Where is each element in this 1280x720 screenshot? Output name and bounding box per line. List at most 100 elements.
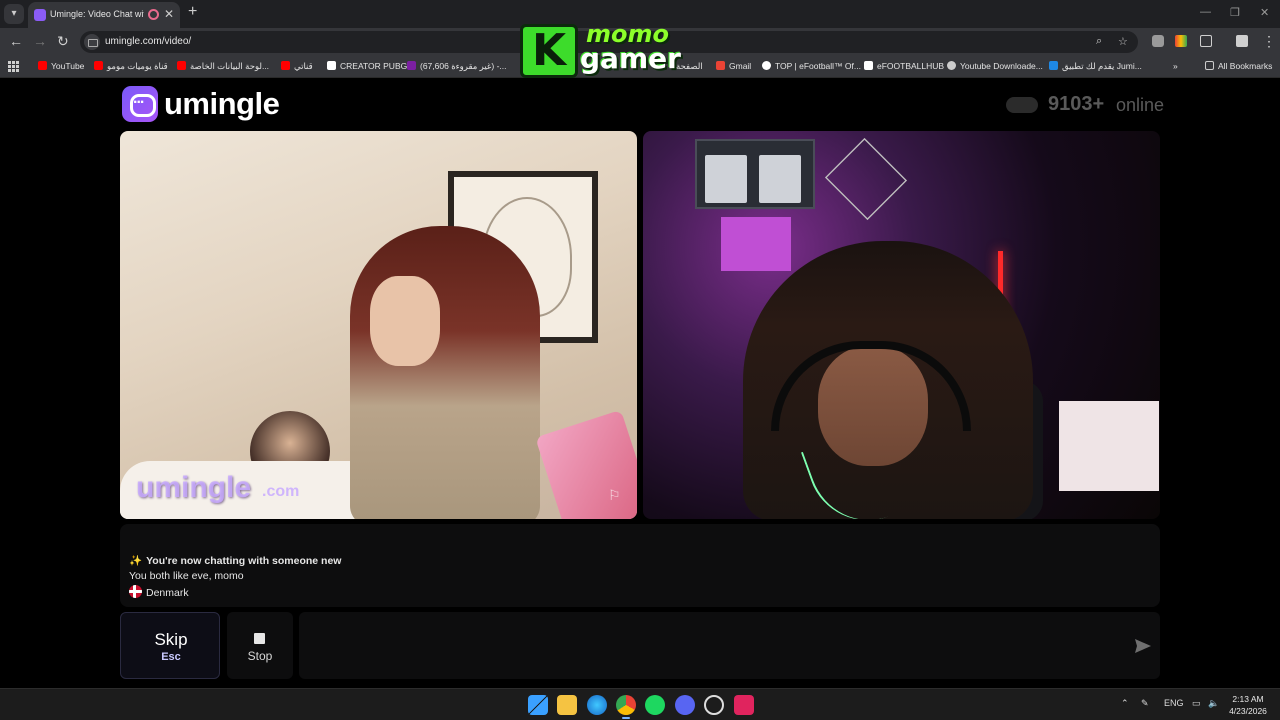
bookmark-label: (67,606 غير مقروءة) -... [420, 61, 507, 71]
folder-icon [1205, 61, 1214, 70]
reload-icon[interactable]: ↻ [57, 33, 69, 50]
send-icon[interactable] [1133, 636, 1153, 656]
bookmark-label: TOP | eFootball™ Of... [775, 61, 861, 71]
stranger-country: Denmark [129, 585, 189, 599]
bookmark-item[interactable]: قناتي [281, 61, 313, 72]
stranger-video: umingle .com ⚐ [120, 131, 637, 519]
stop-label: Stop [247, 649, 273, 663]
wall-light-decor [824, 137, 908, 221]
bookmarks-overflow-icon[interactable]: » [1173, 61, 1178, 71]
stop-button[interactable]: Stop [227, 612, 293, 679]
bookmark-label: قناتي [294, 61, 313, 71]
youtube-icon [94, 61, 103, 70]
youtube-icon [38, 61, 47, 70]
browser-tab[interactable]: Umingle: Video Chat with S ✕ [28, 2, 180, 28]
chrome-active-indicator [622, 717, 630, 719]
zoom-icon[interactable]: ⌕ [1096, 35, 1102, 48]
bookmark-item[interactable]: قناة يوميات مومو [94, 61, 168, 72]
tab-title: Umingle: Video Chat with S [50, 9, 144, 19]
yahoo-mail-icon [407, 61, 416, 70]
extensions-puzzle-icon[interactable] [1200, 35, 1212, 47]
message-input[interactable] [299, 612, 1160, 679]
url-text[interactable]: umingle.com/video/ [105, 36, 191, 47]
bookmark-item[interactable]: YouTube [38, 61, 84, 71]
all-bookmarks-folder[interactable]: All Bookmarks [1205, 61, 1272, 71]
bookmark-label: لوحة البيانات الخاصة... [190, 61, 270, 71]
stop-icon [254, 633, 265, 644]
windows-start-icon[interactable] [528, 695, 548, 715]
bookmark-label: يقدم لك تطبيق Jumi... [1062, 61, 1142, 71]
common-interests: You both like eve, momo [129, 570, 244, 582]
audio-playing-icon[interactable] [148, 9, 159, 20]
volume-icon[interactable]: 🔈 [1208, 698, 1219, 709]
logo-gamer-text: gamer [580, 42, 681, 75]
chat-log: ✨ You're now chatting with someone new Yo… [120, 524, 1160, 607]
system-message: ✨ You're now chatting with someone new [129, 554, 341, 567]
bookmark-label: Gmail [729, 61, 752, 71]
app-red-icon[interactable] [734, 695, 754, 715]
network-icon[interactable]: ▭ [1192, 698, 1201, 709]
discord-icon[interactable] [675, 695, 695, 715]
forward-icon[interactable]: → [33, 33, 47, 49]
bookmark-item[interactable]: Youtube Downloade... [947, 61, 1043, 71]
tab-search-button[interactable]: ▾ [4, 4, 24, 24]
chat-bubble-icon [122, 86, 158, 122]
gmail-icon [716, 61, 725, 70]
country-name: Denmark [146, 587, 189, 599]
bookmark-item[interactable]: يقدم لك تطبيق Jumi... [1049, 61, 1142, 72]
tab-close-icon[interactable]: ✕ [164, 7, 174, 21]
close-window-button[interactable]: ✕ [1260, 6, 1269, 19]
stranger-face [370, 276, 440, 366]
maximize-button[interactable]: ❐ [1230, 6, 1240, 19]
all-bookmarks-label: All Bookmarks [1218, 61, 1273, 71]
efootball-icon [762, 61, 771, 70]
efootballhub-icon [864, 61, 873, 70]
clock-time: 2:13 AM [1232, 694, 1264, 704]
umingle-watermark-suffix: .com [262, 483, 300, 500]
camera-extension-icon[interactable] [1152, 35, 1164, 47]
site-info-icon[interactable] [84, 34, 100, 50]
online-toggle[interactable] [1006, 97, 1038, 113]
bookmark-label: CREATOR PUBG [340, 61, 408, 71]
bookmark-item[interactable]: eFOOTBALLHUB [864, 61, 944, 71]
bookmark-item[interactable]: (67,606 غير مقروءة) -... [407, 61, 506, 72]
system-message-text: You're now chatting with someone new [146, 555, 342, 567]
online-label: online [1116, 95, 1165, 115]
youtube-icon [177, 61, 186, 70]
show-hidden-icons-icon[interactable]: ⌃ [1121, 698, 1129, 709]
minimize-button[interactable]: — [1200, 6, 1211, 18]
bookmark-label: YouTube [51, 61, 85, 71]
bookmark-item[interactable]: TOP | eFootball™ Of... [762, 61, 861, 71]
spotify-icon[interactable] [645, 695, 665, 715]
extension-icon[interactable] [1175, 35, 1187, 47]
bookmark-item[interactable]: CREATOR PUBG [327, 61, 407, 71]
chrome-icon[interactable] [616, 695, 636, 715]
obs-icon[interactable] [704, 695, 724, 715]
jumia-icon [1049, 61, 1058, 70]
apps-grid-icon[interactable] [8, 61, 19, 72]
momo-gamer-overlay-logo: K momo gamer [520, 20, 698, 78]
pen-tray-icon[interactable]: ✎ [1141, 698, 1149, 709]
logo-k-mark: K [520, 24, 578, 78]
profile-icon[interactable] [1236, 35, 1248, 47]
edge-icon[interactable] [587, 695, 607, 715]
sparkles-icon: ✨ [129, 555, 143, 567]
clock-date: 4/23/2026 [1229, 706, 1267, 716]
skip-shortcut: Esc [161, 651, 181, 663]
back-icon[interactable]: ← [9, 33, 23, 49]
bookmark-star-icon[interactable]: ☆ [1118, 35, 1128, 48]
brand-name: umingle [164, 86, 280, 121]
creator-icon [327, 61, 336, 70]
silver-play-button-plaque [705, 155, 747, 203]
language-indicator[interactable]: ENG [1164, 698, 1184, 708]
new-tab-button[interactable]: + [188, 3, 197, 21]
skip-button[interactable]: Skip Esc [120, 612, 220, 679]
bookmark-item[interactable]: Gmail [716, 61, 751, 71]
bookmark-item[interactable]: لوحة البيانات الخاصة... [177, 61, 269, 72]
menu-kebab-icon[interactable]: ⋮ [1262, 33, 1276, 50]
system-clock[interactable]: 2:13 AM 4/23/2026 [1226, 693, 1270, 717]
skip-label: Skip [154, 630, 188, 649]
file-explorer-icon[interactable] [557, 695, 577, 715]
report-flag-icon[interactable]: ⚐ [608, 487, 621, 504]
pink-play-button-box [721, 217, 791, 271]
